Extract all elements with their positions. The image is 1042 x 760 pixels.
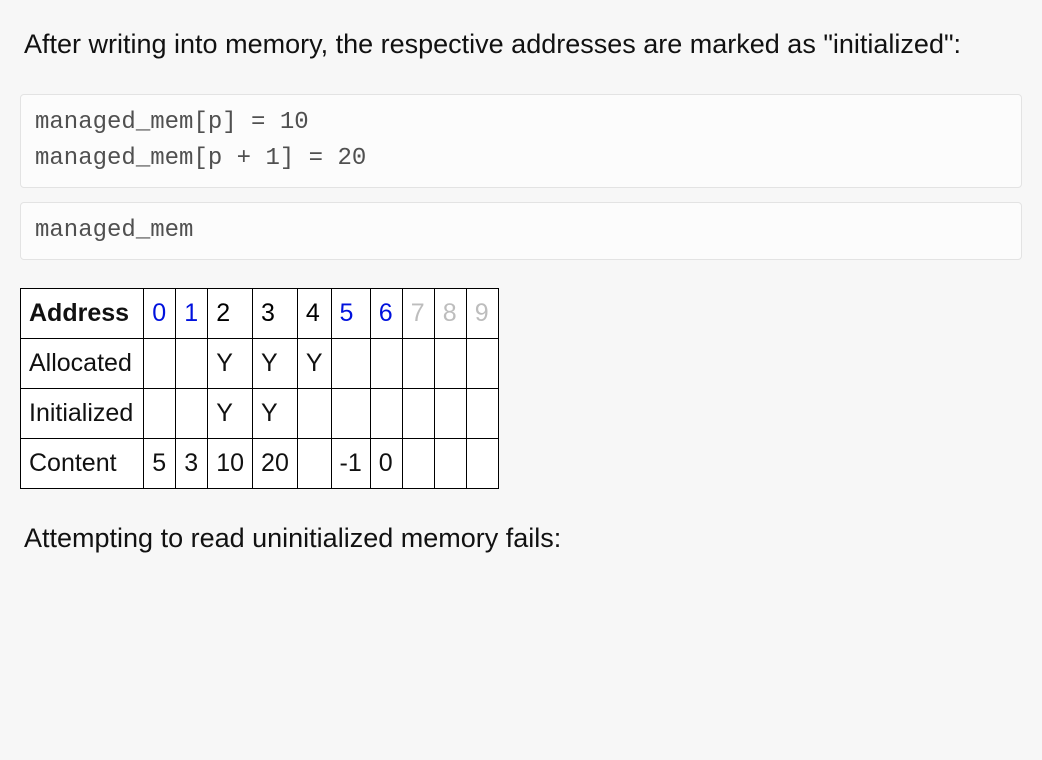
cell [297, 388, 331, 438]
cell: Y [208, 338, 253, 388]
addr-cell: 2 [208, 288, 253, 338]
memory-table-wrap: Address 0 1 2 3 4 5 6 7 8 9 Allocated Y … [20, 288, 499, 489]
outro-text: Attempting to read uninitialized memory … [20, 518, 1022, 560]
cell [370, 338, 402, 388]
cell [402, 338, 434, 388]
cell [331, 388, 370, 438]
code-block-expr: managed_mem [20, 202, 1022, 260]
addr-cell: 9 [466, 288, 498, 338]
addr-cell: 3 [253, 288, 298, 338]
cell [297, 438, 331, 488]
row-label: Content [21, 438, 144, 488]
cell [466, 438, 498, 488]
addr-cell: 5 [331, 288, 370, 338]
cell: Y [253, 388, 298, 438]
cell: -1 [331, 438, 370, 488]
table-row: Initialized Y Y [21, 388, 499, 438]
cell: 3 [176, 438, 208, 488]
cell: 20 [253, 438, 298, 488]
page-container: After writing into memory, the respectiv… [0, 0, 1042, 580]
cell [402, 388, 434, 438]
cell [434, 388, 466, 438]
cell: 0 [370, 438, 402, 488]
cell [466, 388, 498, 438]
memory-table: Address 0 1 2 3 4 5 6 7 8 9 Allocated Y … [20, 288, 499, 489]
cell [370, 388, 402, 438]
addr-cell: 6 [370, 288, 402, 338]
cell [402, 438, 434, 488]
code-block-write: managed_mem[p] = 10 managed_mem[p + 1] =… [20, 94, 1022, 188]
cell: 10 [208, 438, 253, 488]
cell [176, 338, 208, 388]
row-label: Initialized [21, 388, 144, 438]
cell [434, 338, 466, 388]
addr-cell: 4 [297, 288, 331, 338]
addr-cell: 1 [176, 288, 208, 338]
header-label: Address [21, 288, 144, 338]
cell: Y [253, 338, 298, 388]
row-label: Allocated [21, 338, 144, 388]
cell: Y [297, 338, 331, 388]
addr-cell: 7 [402, 288, 434, 338]
intro-text: After writing into memory, the respectiv… [20, 24, 1022, 66]
table-row: Allocated Y Y Y [21, 338, 499, 388]
cell [434, 438, 466, 488]
cell [144, 338, 176, 388]
cell: 5 [144, 438, 176, 488]
cell [466, 338, 498, 388]
cell [176, 388, 208, 438]
addr-cell: 0 [144, 288, 176, 338]
table-row: Content 5 3 10 20 -1 0 [21, 438, 499, 488]
cell [144, 388, 176, 438]
cell: Y [208, 388, 253, 438]
cell [331, 338, 370, 388]
addr-cell: 8 [434, 288, 466, 338]
memory-table-header-row: Address 0 1 2 3 4 5 6 7 8 9 [21, 288, 499, 338]
